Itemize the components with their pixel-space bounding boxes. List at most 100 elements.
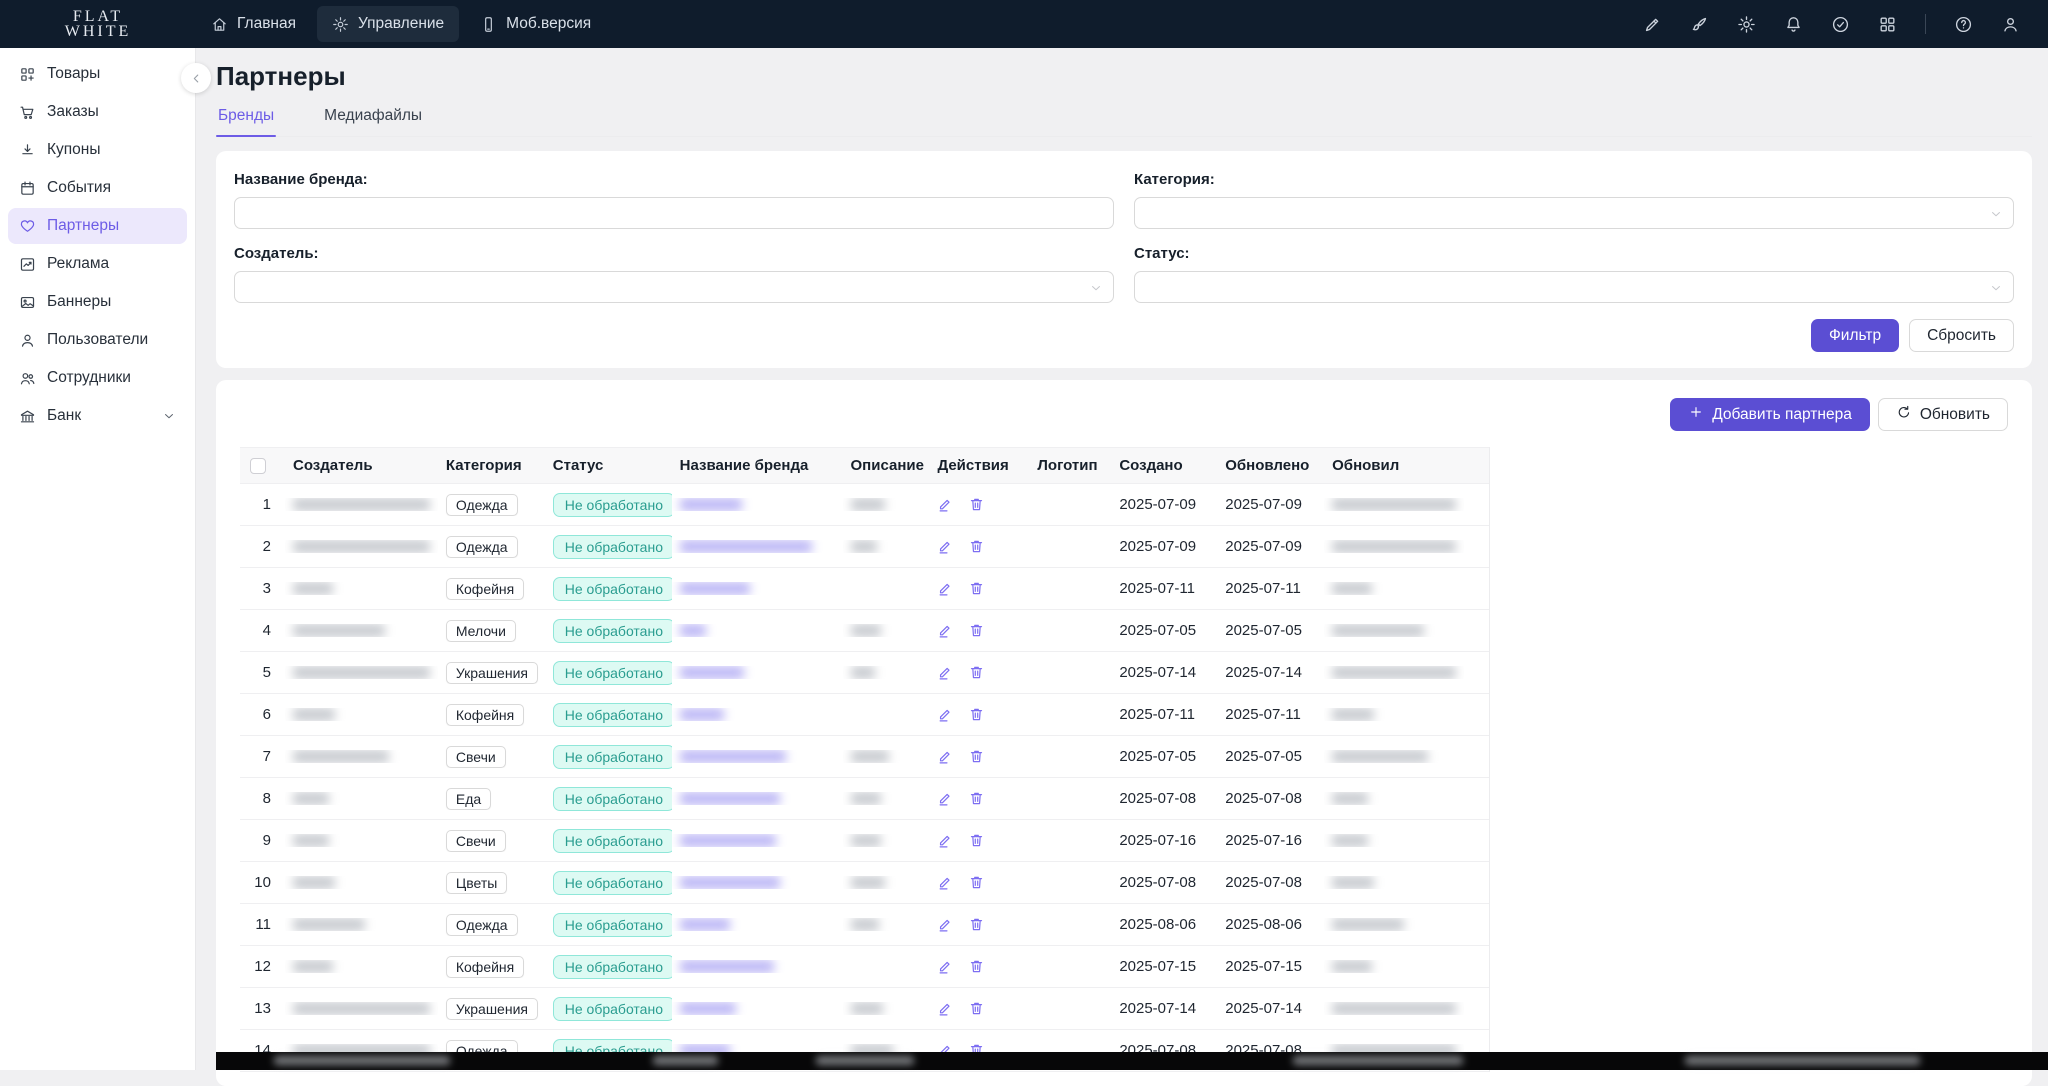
blurred-text [851,876,885,889]
edit-icon[interactable] [937,706,954,723]
blurred-brand-link[interactable] [680,666,744,679]
updated-date-cell: 2025-07-16 [1217,832,1324,849]
sidebar-item-products-grid[interactable]: Товары [8,56,187,92]
blurred-brand-link[interactable] [680,876,780,889]
nav-item-mobile[interactable]: Моб.версия [465,6,606,42]
sidebar-item-image[interactable]: Баннеры [8,284,187,320]
sidebar-item-calendar[interactable]: События [8,170,187,206]
updater-cell [1324,960,1464,973]
table-row: 12КофейняНе обработано2025-07-152025-07-… [240,946,1489,988]
edit-icon[interactable] [937,874,954,891]
sidebar-item-chart[interactable]: Реклама [8,246,187,282]
creator-select[interactable] [234,271,1114,303]
blurred-text [1332,498,1456,511]
trash-icon[interactable] [968,874,985,891]
blurred-brand-link[interactable] [680,582,750,595]
blurred-text [1332,876,1374,889]
sidebar-item-user[interactable]: Пользователи [8,322,187,358]
blurred-brand-link[interactable] [680,498,742,511]
status-badge: Не обработано [553,955,672,979]
brand-logo[interactable]: FLAT WHITE [0,9,196,39]
trash-icon[interactable] [968,748,985,765]
apps-grid-icon[interactable] [1878,15,1897,34]
actions-cell [929,874,1029,891]
trash-icon[interactable] [968,1000,985,1017]
nav-item-home[interactable]: Главная [196,6,311,42]
trash-icon[interactable] [968,580,985,597]
row-number-cell: 13 [240,1000,285,1017]
trash-icon[interactable] [968,832,985,849]
blurred-brand-link[interactable] [680,792,780,805]
status-cell: Не обработано [545,955,672,979]
edit-icon[interactable] [937,832,954,849]
edit-icon[interactable] [937,664,954,681]
sidebar-collapse-button[interactable] [181,63,211,93]
blurred-brand-link[interactable] [680,960,774,973]
status-select[interactable] [1134,271,2014,303]
edit-icon[interactable] [937,538,954,555]
sidebar-item-coupon[interactable]: Купоны [8,132,187,168]
trash-icon[interactable] [968,538,985,555]
select-all-checkbox[interactable] [250,458,266,474]
trash-icon[interactable] [968,958,985,975]
creator-cell [285,750,438,763]
category-chip: Украшения [446,662,538,684]
blurred-brand-link[interactable] [680,750,786,763]
edit-icon[interactable] [937,916,954,933]
blurred-brand-link[interactable] [680,1002,736,1015]
blurred-text [1332,918,1404,931]
blurred-text [274,1056,450,1065]
sidebar-item-users[interactable]: Сотрудники [8,360,187,396]
blurred-brand-link[interactable] [680,918,730,931]
reset-button[interactable]: Сбросить [1909,319,2014,352]
sidebar-item-heart[interactable]: Партнеры [8,208,187,244]
edit-icon[interactable] [937,790,954,807]
trash-icon[interactable] [968,916,985,933]
status-cell: Не обработано [545,913,672,937]
trash-icon[interactable] [968,790,985,807]
edit-icon[interactable] [937,622,954,639]
description-cell [843,666,930,679]
trash-icon[interactable] [968,664,985,681]
blurred-brand-link[interactable] [680,834,776,847]
add-partner-button[interactable]: Добавить партнера [1670,398,1870,431]
check-circle-icon[interactable] [1831,15,1850,34]
refresh-button[interactable]: Обновить [1878,398,2008,431]
sidebar-item-bank[interactable]: Банк [8,398,187,434]
brush-icon[interactable] [1690,15,1709,34]
brand-name-cell [672,918,843,931]
help-circle-icon[interactable] [1954,15,1973,34]
tab-brands[interactable]: Бренды [216,98,276,136]
status-badge: Не обработано [553,787,672,811]
tab-mediafiles[interactable]: Медиафайлы [322,98,424,136]
blurred-brand-link[interactable] [680,624,706,637]
sidebar-item-label: Реклама [47,255,109,273]
bell-icon[interactable] [1784,15,1803,34]
sidebar-item-cart[interactable]: Заказы [8,94,187,130]
blurred-brand-link[interactable] [680,540,812,553]
table-row: 7СвечиНе обработано2025-07-052025-07-05 [240,736,1489,778]
filter-button[interactable]: Фильтр [1811,319,1899,352]
created-date-cell: 2025-07-05 [1111,622,1217,639]
trash-icon[interactable] [968,622,985,639]
nav-item-management[interactable]: Управление [317,6,459,42]
table-body: 1ОдеждаНе обработано2025-07-092025-07-09… [240,484,1489,1072]
blurred-text [293,1002,430,1015]
category-cell: Цветы [438,872,545,894]
edit-icon[interactable] [937,496,954,513]
edit-icon[interactable] [937,958,954,975]
description-cell [843,918,930,931]
trash-icon[interactable] [968,706,985,723]
pen-icon[interactable] [1643,15,1662,34]
status-cell: Не обработано [545,745,672,769]
edit-icon[interactable] [937,1000,954,1017]
blurred-brand-link[interactable] [680,708,724,721]
edit-icon[interactable] [937,580,954,597]
gear-icon[interactable] [1737,15,1756,34]
actions-cell [929,580,1029,597]
user-icon[interactable] [2001,15,2020,34]
edit-icon[interactable] [937,748,954,765]
brand-name-input[interactable] [234,197,1114,229]
trash-icon[interactable] [968,496,985,513]
category-select[interactable] [1134,197,2014,229]
